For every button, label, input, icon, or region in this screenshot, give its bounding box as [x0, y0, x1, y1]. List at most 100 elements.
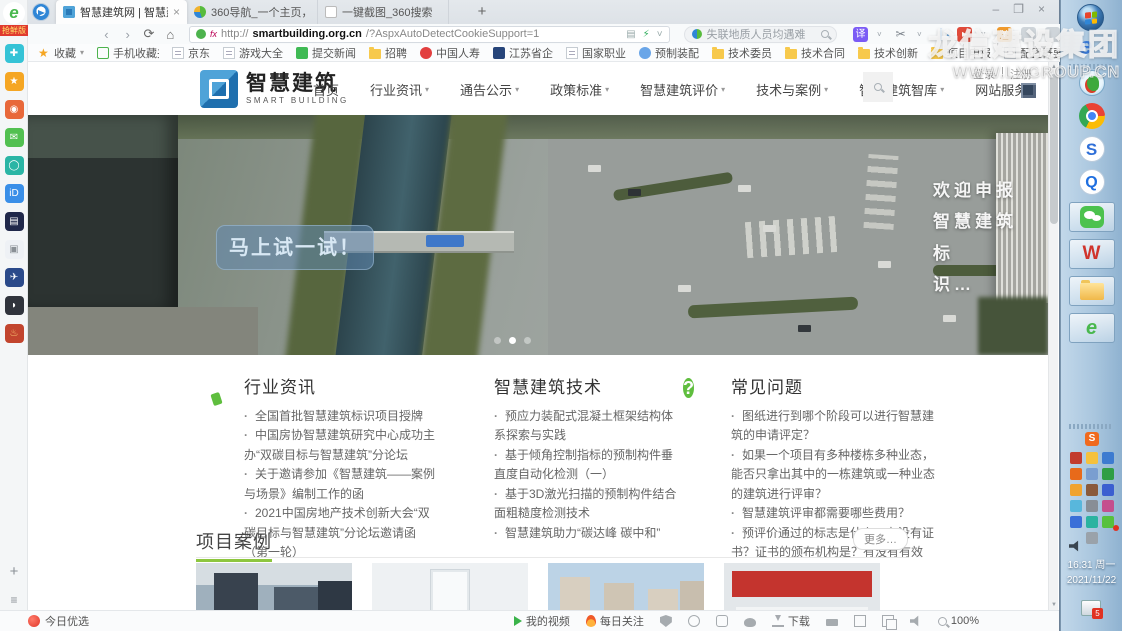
new-tab-button[interactable]: + — [470, 2, 494, 22]
browser-logo-icon[interactable]: e — [3, 2, 25, 24]
project-thumbnail[interactable] — [372, 563, 528, 610]
smiley-icon[interactable] — [688, 615, 700, 627]
vertical-scrollbar[interactable]: ▲ ▼ — [1048, 62, 1058, 610]
back-button[interactable]: ‹ — [96, 27, 117, 42]
sidebar-app-icon[interactable]: ✈ — [5, 268, 24, 287]
news-link[interactable]: 全国首批智慧建筑标识项目授牌 — [244, 407, 438, 426]
reader-icon[interactable]: ▤ — [626, 29, 635, 40]
flash-icon[interactable]: ⚡ — [643, 29, 650, 40]
paw-icon[interactable] — [744, 618, 756, 627]
news-link[interactable]: 关于邀请参加《智慧建筑——案例与场景》编制工作的函 — [244, 465, 438, 504]
nav-item[interactable]: 首页 — [313, 80, 339, 99]
carousel-dot[interactable] — [524, 337, 531, 344]
nav-item[interactable]: 通告公示 ▾ — [460, 80, 519, 99]
browser-task-button[interactable]: e — [1069, 313, 1115, 343]
tray-icon[interactable] — [1086, 452, 1098, 464]
tray-icon[interactable] — [1102, 500, 1114, 512]
nav-item[interactable]: 政策标准 ▾ — [550, 80, 609, 99]
bookmark-item[interactable]: 江苏省企 — [493, 45, 553, 61]
bookmark-item[interactable]: 项目申报 — [931, 45, 991, 61]
games-icon[interactable]: ▸ — [957, 27, 972, 42]
today-picks[interactable]: 今日优选 — [28, 613, 89, 629]
nav-item[interactable]: 技术与案例 ▾ — [756, 80, 828, 99]
register-link[interactable]: 注册 — [1010, 66, 1032, 82]
faq-link[interactable]: 智慧建筑评审都需要哪些费用？ — [731, 504, 935, 523]
copy-icon[interactable] — [882, 615, 894, 627]
search-keyword[interactable]: 失联地质人员均遇难 — [707, 26, 816, 42]
taskbar-clock[interactable]: 16:31 周一 2021/11/22 — [1061, 558, 1122, 588]
sidebar-app-icon[interactable]: ◗ — [5, 296, 24, 315]
tray-grip[interactable] — [1069, 424, 1113, 429]
sidebar-app-icon[interactable]: ♨ — [5, 324, 24, 343]
nav-item[interactable]: 智慧建筑评价 ▾ — [640, 80, 725, 99]
bookmark-item[interactable]: 配置概要 — [1004, 45, 1060, 61]
wallet-icon[interactable]: ¥ — [997, 27, 1012, 42]
bookmark-item[interactable]: 预制装配 — [639, 45, 699, 61]
tab-close-icon[interactable]: × — [173, 5, 180, 19]
chevron-down-icon[interactable]: ˅ — [877, 30, 884, 39]
qq-browser-icon[interactable]: Q — [1079, 169, 1105, 195]
parrot-app-icon[interactable] — [1079, 70, 1105, 96]
maximize-button[interactable]: ❐ — [1013, 2, 1024, 16]
forward-button[interactable]: › — [117, 27, 138, 42]
tech-link[interactable]: 基于倾角控制指标的预制构件垂直度自动化检测（一） — [494, 446, 684, 485]
chevron-down-icon[interactable]: ˅ — [981, 30, 988, 39]
screenshot-icon[interactable]: ✂ — [893, 27, 908, 42]
tray-icon[interactable] — [1086, 532, 1098, 544]
zoom-control[interactable]: 100% — [938, 615, 979, 627]
bookmark-item[interactable]: 技术委员 — [712, 45, 772, 61]
daily-follow-button[interactable]: 每日关注 — [586, 613, 644, 629]
tray-icon[interactable] — [1102, 468, 1114, 480]
sidebar-app-icon[interactable]: ★ — [5, 72, 24, 91]
bookmark-item[interactable]: 收藏 ▾ — [38, 45, 84, 61]
scroll-up-arrow[interactable]: ▲ — [1049, 62, 1059, 72]
login-link[interactable]: 登录 — [973, 66, 995, 82]
scrollbar-thumb[interactable] — [1050, 74, 1058, 224]
browser-tab[interactable]: 一键截图_360搜索 — [318, 0, 449, 24]
bookmark-item[interactable]: 游戏大全 — [223, 45, 283, 61]
sidebar-app-icon[interactable]: ✚ — [5, 44, 24, 63]
scroll-down-arrow[interactable]: ▼ — [1049, 600, 1059, 610]
sidebar-add-button[interactable]: + — [0, 563, 28, 580]
tech-link[interactable]: 预应力装配式混凝土框架结构体系探索与实践 — [494, 407, 684, 446]
minimize-button[interactable]: – — [993, 2, 1000, 16]
tray-icon[interactable] — [1086, 468, 1098, 480]
chevron-down-icon[interactable]: ▾ — [80, 48, 84, 57]
tray-icon[interactable] — [1086, 484, 1098, 496]
sidebar-app-icon[interactable]: iD — [5, 184, 24, 203]
tray-icon[interactable] — [1070, 468, 1082, 480]
sogou-browser-icon[interactable]: S — [1079, 136, 1105, 162]
bookmark-item[interactable]: 京东 — [172, 45, 210, 61]
nav-item[interactable]: 行业资讯 ▾ — [370, 80, 429, 99]
sound-icon[interactable] — [910, 615, 922, 627]
sidebar-app-icon[interactable]: ▤ — [5, 212, 24, 231]
chrome-icon[interactable] — [1079, 103, 1105, 129]
chevron-down-icon[interactable]: ˅ — [917, 30, 924, 39]
bookmark-item[interactable]: 招聘 — [369, 45, 407, 61]
sidebar-app-icon[interactable]: ◉ — [5, 100, 24, 119]
more-icon-2[interactable] — [1045, 27, 1060, 42]
search-box[interactable]: 失联地质人员均遇难 — [684, 26, 837, 43]
search-icon[interactable] — [821, 30, 829, 38]
tray-icon[interactable] — [1102, 484, 1114, 496]
bookmark-item[interactable]: 提交新闻 — [296, 45, 356, 61]
sidebar-list-button[interactable]: ≡ — [0, 593, 28, 607]
tray-icon[interactable] — [1102, 452, 1114, 464]
faq-link[interactable]: 如果一个项目有多种楼栋多种业态，能否只拿出其中的一栋建筑或一种业态的建筑进行评审… — [731, 446, 935, 504]
refresh-button[interactable]: ⟳ — [138, 26, 159, 42]
wps-task-button[interactable]: W — [1069, 239, 1115, 269]
carousel-dot-active[interactable] — [509, 337, 516, 344]
tray-icon[interactable] — [1070, 500, 1082, 512]
project-thumbnail[interactable] — [724, 563, 880, 610]
notification-window-icon[interactable]: 5 — [1081, 600, 1101, 616]
close-button[interactable]: × — [1038, 2, 1045, 16]
address-bar[interactable]: fx http://smartbuilding.org.cn/?AspxAuto… — [189, 26, 670, 43]
sidebar-app-icon[interactable]: ◯ — [5, 156, 24, 175]
start-button[interactable] — [1077, 4, 1104, 31]
site-search-button[interactable] — [863, 72, 893, 102]
qr-code-icon[interactable] — [1021, 83, 1036, 98]
carousel-dot[interactable] — [494, 337, 501, 344]
browser-tab[interactable]: 智慧建筑网 | 智慧建筑评价标… × — [56, 0, 187, 24]
bookmark-item[interactable]: 中国人寿 — [420, 45, 480, 61]
tech-link[interactable]: 基于3D激光扫描的预制构件结合面粗糙度检测技术 — [494, 485, 684, 524]
